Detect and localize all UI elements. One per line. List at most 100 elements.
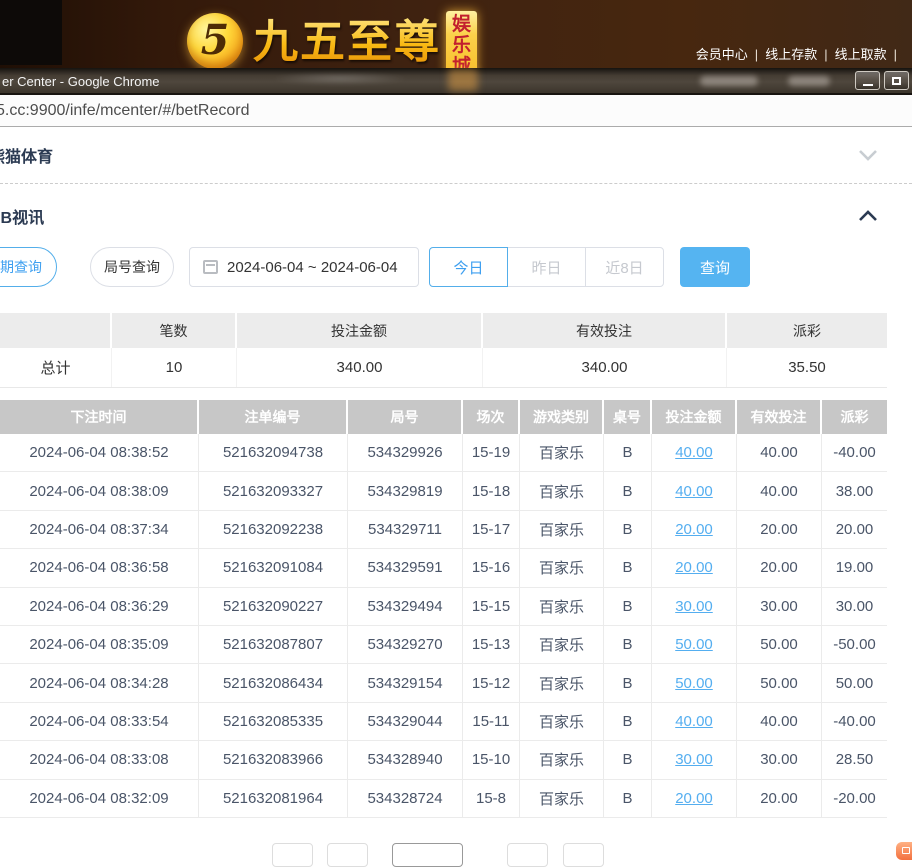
chevron-up-icon[interactable]	[858, 209, 878, 223]
game-type-cell: 百家乐	[520, 434, 604, 472]
pagination-button[interactable]	[563, 843, 604, 867]
col-game-type: 游戏类别	[520, 400, 604, 434]
bet-amount-link[interactable]: 50.00	[675, 675, 713, 692]
round-no-cell: 534328940	[348, 741, 463, 779]
table-no-cell: B	[604, 779, 652, 817]
summary-valid-bet-value: 340.00	[483, 348, 727, 387]
pagination-button[interactable]	[272, 843, 313, 867]
bet-amount-link[interactable]: 20.00	[675, 521, 713, 538]
pagination-button[interactable]	[507, 843, 548, 867]
yesterday-button[interactable]: 昨日	[507, 247, 586, 287]
url-text[interactable]: 5.cc:9900/infe/mcenter/#/betRecord	[0, 95, 249, 126]
section-panda-sports[interactable]: 熊猫体育	[0, 127, 912, 184]
round-query-tab[interactable]: 局号查询	[90, 247, 174, 287]
summary-total-label: 总计	[0, 348, 112, 387]
game-type-cell: 百家乐	[520, 702, 604, 741]
order-no-cell: 521632085335	[199, 702, 348, 741]
valid-bet-cell: 50.00	[737, 664, 822, 702]
brand-logo-icon: 5	[187, 13, 243, 69]
payout-cell: 28.50	[835, 751, 874, 769]
filter-bar: 日期查询 局号查询 2024-06-04 ~ 2024-06-04 今日 昨日 …	[0, 247, 912, 287]
payout-cell: 38.00	[835, 482, 874, 500]
date-range-value: 2024-06-04 ~ 2024-06-04	[227, 258, 398, 276]
minimize-icon	[862, 83, 873, 86]
payout-cell: -50.00	[833, 636, 876, 654]
session-cell: 15-19	[463, 434, 520, 472]
payout-cell: -20.00	[833, 789, 876, 807]
nav-online-deposit[interactable]: 线上存款	[765, 47, 817, 62]
valid-bet-cell: 30.00	[737, 741, 822, 779]
table-row: 2024-06-04 08:33:08 521632083966 5343289…	[0, 741, 887, 780]
nav-online-withdraw[interactable]: 线上取款	[835, 47, 887, 62]
summary-bet-amount-value: 340.00	[237, 348, 483, 387]
table-no-cell: B	[604, 625, 652, 664]
bet-amount-link[interactable]: 40.00	[675, 483, 713, 500]
today-button[interactable]: 今日	[429, 247, 508, 287]
col-bet-amount: 投注金额	[652, 400, 737, 434]
blurred-tag-glow	[448, 69, 478, 91]
bet-amount-link[interactable]: 40.00	[675, 444, 713, 461]
bet-amount-link[interactable]: 50.00	[675, 636, 713, 653]
payout-cell: 50.00	[835, 674, 874, 692]
col-order-no: 注单编号	[199, 400, 348, 434]
bet-amount-link[interactable]: 30.00	[675, 598, 713, 615]
chevron-down-icon[interactable]	[858, 148, 878, 162]
game-type-cell: 百家乐	[520, 779, 604, 817]
quick-range-group: 今日 昨日 近8日	[429, 247, 664, 287]
round-no-cell: 534329711	[348, 510, 463, 549]
col-round-no: 局号	[348, 400, 463, 434]
game-type-cell: 百家乐	[520, 472, 604, 510]
bet-amount-link[interactable]: 30.00	[675, 751, 713, 768]
date-query-tab[interactable]: 日期查询	[0, 247, 57, 287]
pagination-page-size-select[interactable]	[392, 843, 463, 867]
table-row: 2024-06-04 08:36:58 521632091084 5343295…	[0, 549, 887, 588]
maximize-icon	[892, 76, 901, 85]
bet-amount-link[interactable]: 40.00	[675, 713, 713, 730]
search-button[interactable]: 查询	[680, 247, 750, 287]
round-no-cell: 534329494	[348, 587, 463, 625]
payout-cell: 19.00	[835, 559, 874, 577]
order-no-cell: 521632091084	[199, 549, 348, 587]
blurred-user-info	[700, 76, 758, 86]
summary-header-count: 笔数	[112, 313, 237, 348]
game-type-cell: 百家乐	[520, 510, 604, 549]
session-cell: 15-16	[463, 549, 520, 587]
section-bb-video[interactable]: BB视讯	[0, 185, 912, 246]
bet-time-cell: 2024-06-04 08:37:34	[0, 510, 199, 549]
window-minimize-button[interactable]	[855, 71, 880, 90]
section-title: 熊猫体育	[0, 149, 54, 166]
summary-header-payout: 派彩	[727, 313, 887, 348]
pagination-button[interactable]	[327, 843, 368, 867]
last-8-days-button[interactable]: 近8日	[585, 247, 664, 287]
table-row: 2024-06-04 08:35:09 521632087807 5343292…	[0, 625, 887, 665]
valid-bet-cell: 30.00	[737, 587, 822, 625]
game-type-cell: 百家乐	[520, 741, 604, 779]
session-cell: 15-15	[463, 587, 520, 625]
table-no-cell: B	[604, 434, 652, 472]
bet-table-body: 2024-06-04 08:38:52 521632094738 5343299…	[0, 434, 887, 818]
bet-time-cell: 2024-06-04 08:38:09	[0, 472, 199, 510]
table-row: 2024-06-04 08:33:54 521632085335 5343290…	[0, 702, 887, 742]
payout-cell: 20.00	[835, 520, 874, 538]
site-banner: 5 九五至尊 娱 乐 城 会员中心 | 线上存款 | 线上取款 |	[0, 0, 912, 89]
window-title: er Center - Google Chrome	[2, 74, 160, 89]
summary-total-row: 总计 10 340.00 340.00 35.50	[0, 348, 887, 388]
window-maximize-button[interactable]	[884, 71, 909, 90]
summary-payout-value: 35.50	[788, 359, 826, 376]
brand-title: 九五至尊	[253, 16, 442, 67]
order-no-cell: 521632093327	[199, 472, 348, 510]
nav-member-center[interactable]: 会员中心	[696, 47, 748, 62]
col-payout: 派彩	[822, 400, 887, 434]
bet-time-cell: 2024-06-04 08:35:09	[0, 625, 199, 664]
nav-separator: |	[893, 47, 897, 62]
bet-amount-link[interactable]: 20.00	[675, 790, 713, 807]
table-row: 2024-06-04 08:36:29 521632090227 5343294…	[0, 587, 887, 626]
browser-urlbar[interactable]: 5.cc:9900/infe/mcenter/#/betRecord	[0, 95, 912, 127]
bet-amount-link[interactable]: 20.00	[675, 559, 713, 576]
session-cell: 15-11	[463, 702, 520, 741]
game-type-cell: 百家乐	[520, 587, 604, 625]
chat-widget-button[interactable]	[896, 842, 912, 860]
date-range-picker[interactable]: 2024-06-04 ~ 2024-06-04	[189, 247, 419, 287]
table-no-cell: B	[604, 587, 652, 625]
summary-count-value: 10	[112, 348, 237, 387]
